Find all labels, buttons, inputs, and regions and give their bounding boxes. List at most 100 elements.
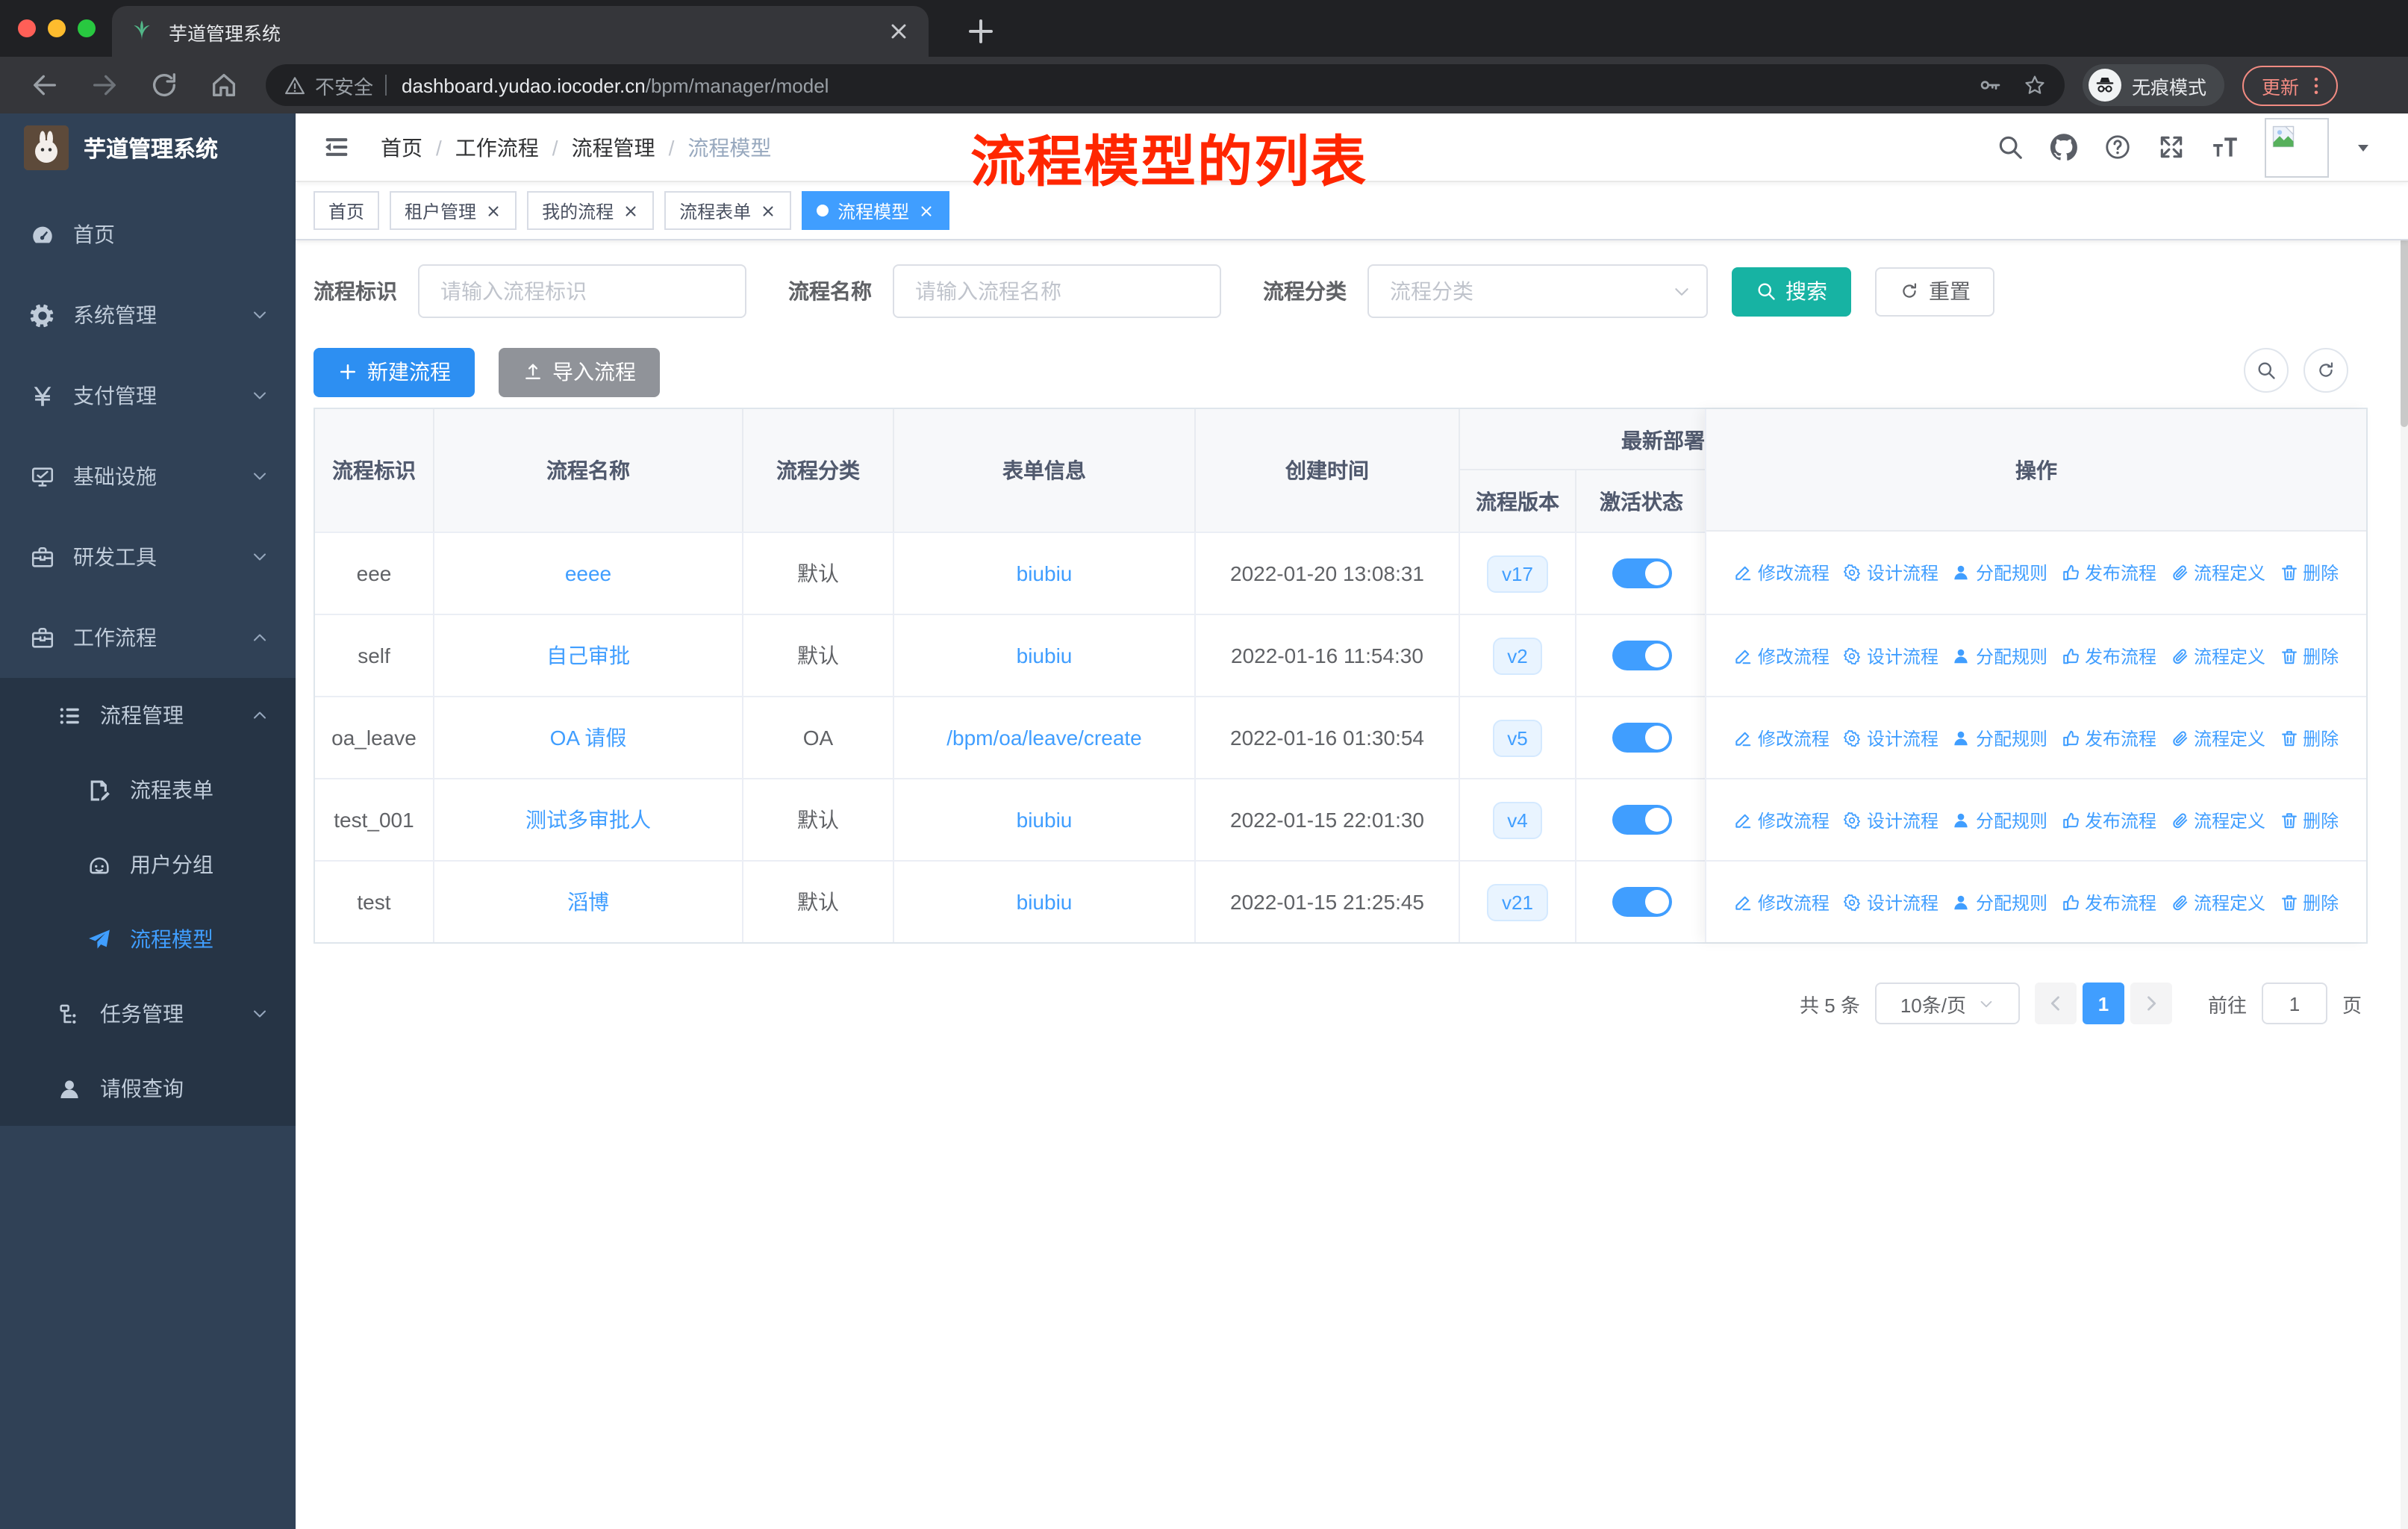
reset-button[interactable]: 重置 bbox=[1875, 267, 1994, 316]
action-modify[interactable]: 修改流程 bbox=[1734, 807, 1830, 832]
form-info-link[interactable]: biubiu bbox=[1017, 561, 1073, 585]
tab-close-icon[interactable] bbox=[485, 202, 502, 219]
new-tab-button[interactable] bbox=[963, 13, 999, 49]
action-publish[interactable]: 发布流程 bbox=[2061, 807, 2156, 832]
next-page-button[interactable] bbox=[2130, 983, 2172, 1024]
action-publish[interactable]: 发布流程 bbox=[2061, 560, 2156, 585]
form-info-link[interactable]: /bpm/oa/leave/create bbox=[946, 726, 1142, 750]
font-size-icon[interactable] bbox=[2211, 133, 2239, 161]
browser-tab[interactable]: 芋道管理系统 bbox=[112, 6, 929, 57]
sidebar-item-infrastructure[interactable]: 基础设施 bbox=[0, 436, 296, 517]
process-category-select[interactable]: 流程分类 bbox=[1367, 264, 1708, 318]
process-name-link[interactable]: OA 请假 bbox=[550, 723, 627, 753]
page-size-select[interactable]: 10条/页 bbox=[1874, 983, 2020, 1024]
breadcrumb-item[interactable]: 首页 bbox=[381, 132, 422, 162]
tab-close-icon[interactable] bbox=[918, 202, 935, 219]
window-minimize-button[interactable] bbox=[48, 19, 66, 37]
action-assign-rule[interactable]: 分配规则 bbox=[1952, 643, 2047, 668]
action-assign-rule[interactable]: 分配规则 bbox=[1952, 725, 2047, 750]
active-toggle[interactable] bbox=[1612, 887, 1671, 917]
browser-update-button[interactable]: 更新 bbox=[2242, 65, 2339, 105]
search-icon[interactable] bbox=[1996, 133, 2024, 161]
toggle-search-button[interactable] bbox=[2244, 348, 2289, 393]
tab-close-icon[interactable] bbox=[887, 19, 911, 43]
action-publish[interactable]: 发布流程 bbox=[2061, 643, 2156, 668]
refresh-list-button[interactable] bbox=[2303, 348, 2348, 393]
breadcrumb-item[interactable]: 流程管理 bbox=[572, 132, 655, 162]
sidebar-item-process-model[interactable]: 流程模型 bbox=[0, 902, 296, 977]
version-badge[interactable]: v21 bbox=[1487, 883, 1548, 921]
page-scrollbar[interactable] bbox=[2401, 113, 2408, 1529]
action-assign-rule[interactable]: 分配规则 bbox=[1952, 560, 2047, 585]
action-delete[interactable]: 删除 bbox=[2279, 725, 2339, 750]
sidebar-item-leave-query[interactable]: 请假查询 bbox=[0, 1051, 296, 1126]
action-delete[interactable]: 删除 bbox=[2279, 560, 2339, 585]
help-icon[interactable] bbox=[2103, 133, 2132, 161]
search-button[interactable]: 搜索 bbox=[1732, 267, 1851, 316]
fullscreen-icon[interactable] bbox=[2157, 133, 2186, 161]
github-icon[interactable] bbox=[2050, 133, 2078, 161]
version-badge[interactable]: v5 bbox=[1492, 719, 1543, 756]
form-info-link[interactable]: biubiu bbox=[1017, 808, 1073, 832]
version-badge[interactable]: v17 bbox=[1487, 555, 1548, 592]
version-badge[interactable]: v4 bbox=[1492, 801, 1543, 838]
window-zoom-button[interactable] bbox=[78, 19, 96, 37]
form-info-link[interactable]: biubiu bbox=[1017, 644, 1073, 667]
action-publish[interactable]: 发布流程 bbox=[2061, 889, 2156, 915]
action-definition[interactable]: 流程定义 bbox=[2170, 560, 2265, 585]
version-badge[interactable]: v2 bbox=[1492, 637, 1543, 674]
active-toggle[interactable] bbox=[1612, 558, 1671, 588]
sidebar-item-dev-tools[interactable]: 研发工具 bbox=[0, 517, 296, 597]
action-definition[interactable]: 流程定义 bbox=[2170, 643, 2265, 668]
form-info-link[interactable]: biubiu bbox=[1017, 890, 1073, 914]
process-name-input[interactable] bbox=[893, 264, 1221, 318]
sidebar-item-process-mgmt[interactable]: 流程管理 bbox=[0, 678, 296, 753]
active-toggle[interactable] bbox=[1612, 723, 1671, 753]
action-design[interactable]: 设计流程 bbox=[1843, 560, 1938, 585]
process-name-link[interactable]: 自己审批 bbox=[546, 641, 630, 670]
action-design[interactable]: 设计流程 bbox=[1843, 725, 1938, 750]
action-delete[interactable]: 删除 bbox=[2279, 889, 2339, 915]
tab-close-icon[interactable] bbox=[623, 202, 639, 219]
window-close-button[interactable] bbox=[18, 19, 36, 37]
goto-page-input[interactable] bbox=[2261, 983, 2327, 1024]
kebab-menu-icon[interactable] bbox=[2305, 74, 2327, 96]
action-definition[interactable]: 流程定义 bbox=[2170, 889, 2265, 915]
action-modify[interactable]: 修改流程 bbox=[1734, 643, 1830, 668]
active-toggle[interactable] bbox=[1612, 641, 1671, 670]
sidebar-logo[interactable]: 芋道管理系统 bbox=[0, 113, 296, 182]
action-delete[interactable]: 删除 bbox=[2279, 643, 2339, 668]
action-definition[interactable]: 流程定义 bbox=[2170, 807, 2265, 832]
home-icon[interactable] bbox=[209, 70, 239, 100]
breadcrumb-item[interactable]: 工作流程 bbox=[455, 132, 539, 162]
import-process-button[interactable]: 导入流程 bbox=[499, 347, 660, 396]
action-assign-rule[interactable]: 分配规则 bbox=[1952, 807, 2047, 832]
tag-process-model[interactable]: 流程模型 bbox=[802, 191, 950, 230]
process-name-link[interactable]: 测试多审批人 bbox=[525, 805, 651, 835]
sidebar-item-task-mgmt[interactable]: 任务管理 bbox=[0, 977, 296, 1051]
sidebar-item-system[interactable]: 系统管理 bbox=[0, 275, 296, 355]
page-number-1[interactable]: 1 bbox=[2082, 983, 2124, 1024]
process-name-link[interactable]: eeee bbox=[565, 561, 611, 585]
back-icon[interactable] bbox=[30, 70, 60, 100]
action-publish[interactable]: 发布流程 bbox=[2061, 725, 2156, 750]
tab-close-icon[interactable] bbox=[760, 202, 776, 219]
tag-home[interactable]: 首页 bbox=[314, 191, 380, 230]
process-id-input[interactable] bbox=[418, 264, 746, 318]
action-modify[interactable]: 修改流程 bbox=[1734, 889, 1830, 915]
collapse-sidebar-icon[interactable] bbox=[322, 133, 351, 161]
action-assign-rule[interactable]: 分配规则 bbox=[1952, 889, 2047, 915]
create-process-button[interactable]: 新建流程 bbox=[314, 347, 475, 396]
action-definition[interactable]: 流程定义 bbox=[2170, 725, 2265, 750]
sidebar-item-workflow[interactable]: 工作流程 bbox=[0, 597, 296, 678]
active-toggle[interactable] bbox=[1612, 805, 1671, 835]
sidebar-item-process-form[interactable]: 流程表单 bbox=[0, 753, 296, 827]
action-design[interactable]: 设计流程 bbox=[1843, 807, 1938, 832]
user-avatar[interactable] bbox=[2265, 117, 2329, 177]
address-bar[interactable]: 不安全 dashboard.yudao.iocoder.cn/bpm/manag… bbox=[266, 64, 2065, 106]
tag-process-form[interactable]: 流程表单 bbox=[664, 191, 792, 230]
sidebar-item-user-group[interactable]: 用户分组 bbox=[0, 827, 296, 902]
bookmark-star-icon[interactable] bbox=[2023, 73, 2047, 97]
sidebar-item-payment[interactable]: 支付管理 bbox=[0, 355, 296, 436]
prev-page-button[interactable] bbox=[2034, 983, 2077, 1024]
